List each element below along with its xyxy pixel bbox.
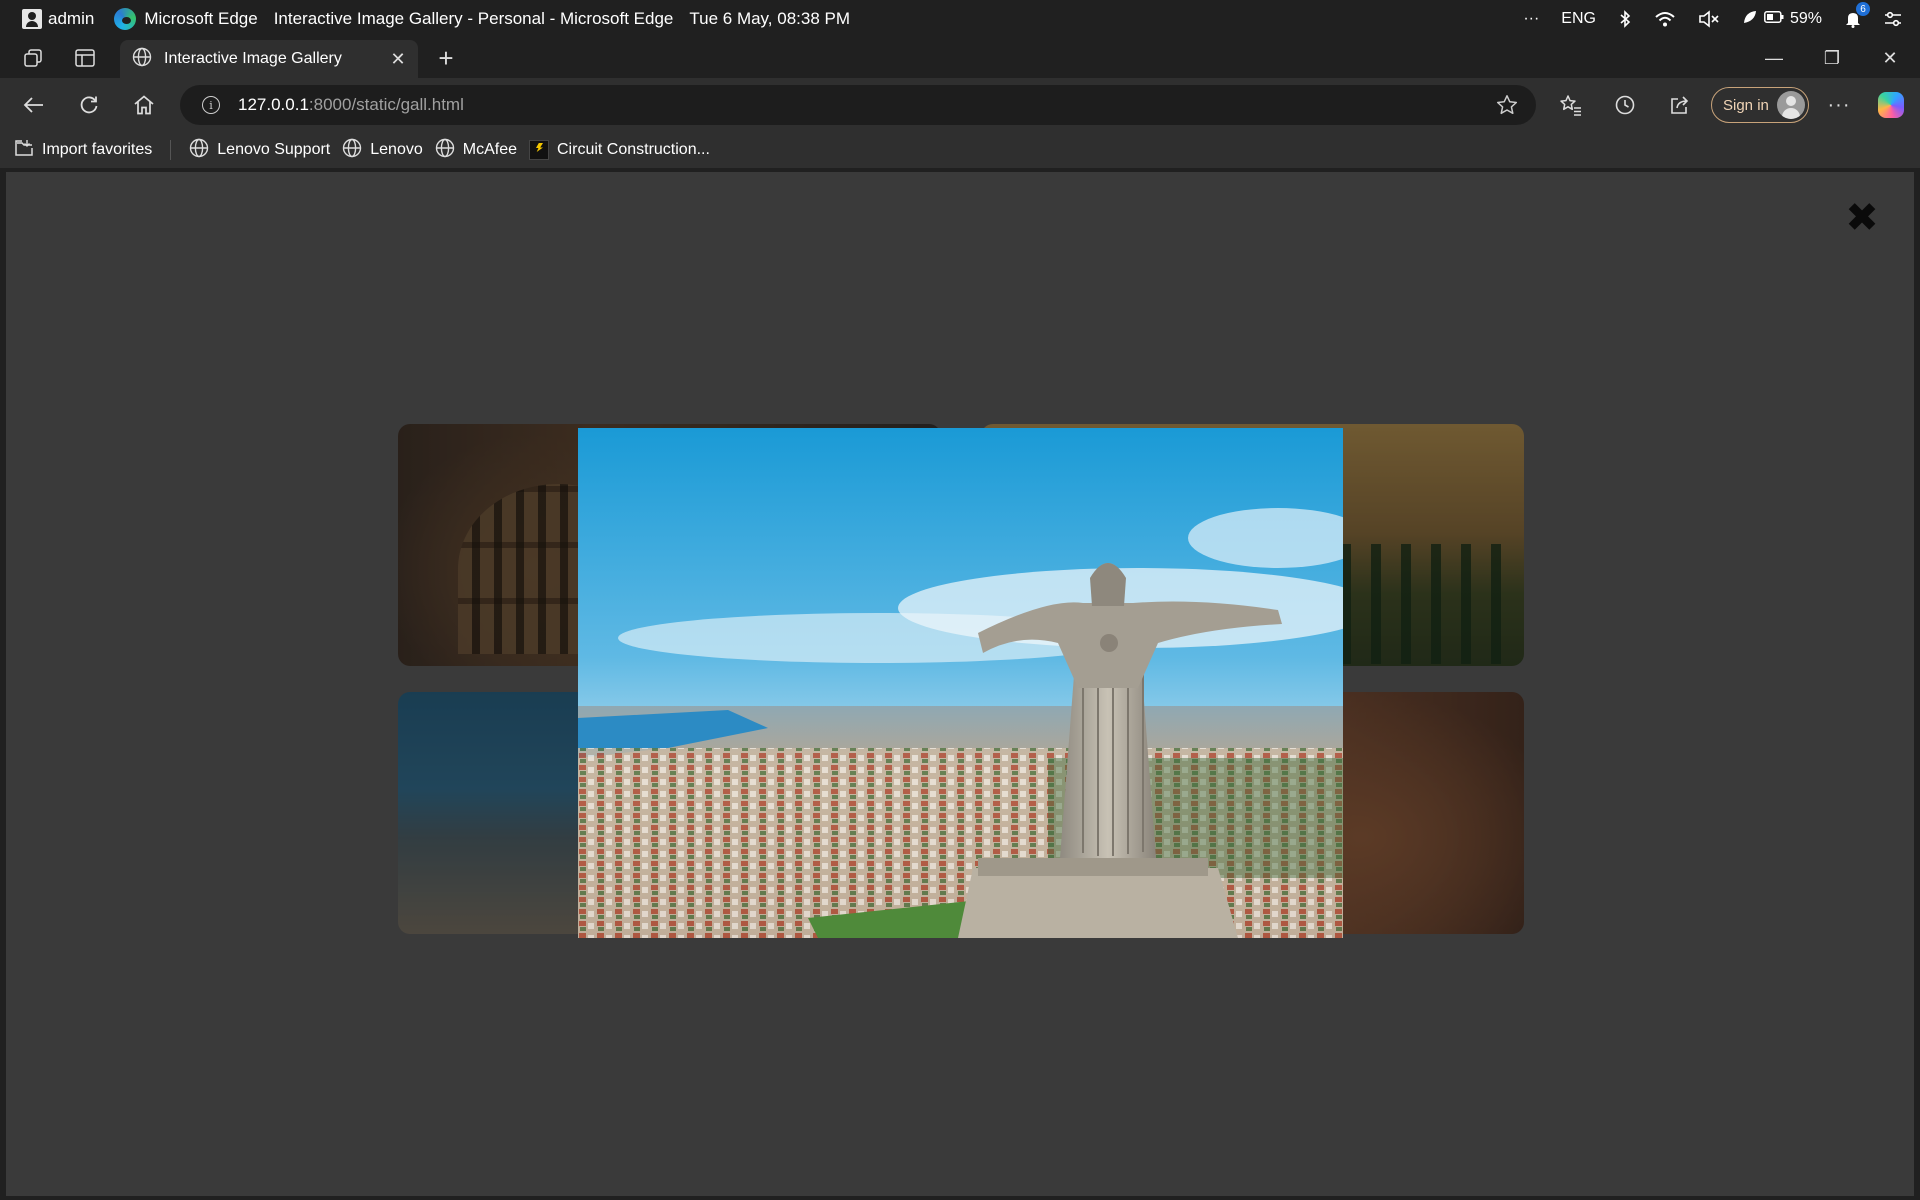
favorite-label: McAfee [462, 141, 517, 158]
star-icon[interactable] [1496, 94, 1518, 121]
os-overflow-menu[interactable]: ··· [1523, 10, 1539, 28]
battery-saver-icon [1742, 9, 1758, 30]
refresh-icon[interactable] [73, 89, 105, 121]
bluetooth-icon[interactable] [1618, 10, 1632, 28]
edge-logo-icon [114, 8, 137, 30]
minimize-button[interactable]: — [1746, 38, 1802, 78]
navigation-toolbar: i 127.0.0.1 :8000/static/gall.html Sign … [0, 78, 1920, 132]
favorite-label: Lenovo Support [217, 141, 331, 158]
window-bottom-edge [0, 1196, 1920, 1200]
import-favorites-link[interactable]: Import favorites [14, 139, 152, 162]
globe-icon [342, 138, 362, 163]
os-title-bar: admin Microsoft Edge Interactive Image G… [0, 0, 1920, 38]
import-favorites-icon [14, 139, 34, 162]
tab-title: Interactive Image Gallery [164, 50, 342, 67]
favorites-divider [170, 140, 172, 160]
os-username: admin [48, 9, 95, 28]
share-icon[interactable] [1664, 89, 1696, 121]
copilot-icon[interactable] [1878, 92, 1904, 118]
restore-button[interactable]: ❐ [1804, 38, 1860, 78]
sign-in-label: Sign in [1723, 96, 1769, 114]
more-icon[interactable]: ··· [1823, 89, 1855, 121]
lightbox-image [578, 428, 1343, 938]
favorite-label: Circuit Construction... [557, 141, 710, 158]
favorite-lenovo-support[interactable]: Lenovo Support [189, 138, 330, 163]
favorites-icon[interactable] [1555, 89, 1587, 121]
globe-icon [189, 138, 209, 163]
import-favorites-label: Import favorites [42, 141, 153, 158]
close-window-button[interactable]: ✕ [1862, 38, 1918, 78]
avatar [1777, 91, 1805, 119]
battery-percent: 59% [1789, 10, 1822, 27]
favorite-label: Lenovo [370, 141, 423, 158]
favorite-circuit-construction[interactable]: Circuit Construction... [529, 140, 710, 160]
globe-icon [435, 138, 455, 163]
history-icon[interactable] [1609, 89, 1641, 121]
os-window-title: Interactive Image Gallery - Personal - M… [273, 9, 674, 28]
language-indicator[interactable]: ENG [1561, 10, 1596, 28]
globe-icon [132, 47, 152, 72]
url-host: 127.0.0.1 [238, 95, 309, 114]
notification-badge: 6 [1856, 2, 1870, 16]
volume-muted-icon[interactable] [1698, 10, 1720, 28]
home-icon[interactable] [128, 89, 160, 121]
page-content: ✖ [6, 172, 1914, 1196]
os-datetime: Tue 6 May, 08:38 PM [689, 9, 851, 28]
vertical-tabs-icon[interactable] [72, 46, 98, 70]
address-bar[interactable]: i 127.0.0.1 :8000/static/gall.html [180, 85, 1536, 125]
favorites-bar: Import favorites Lenovo Support Lenovo M… [0, 132, 1920, 168]
battery-icon [1764, 10, 1784, 28]
sign-in-button[interactable]: Sign in [1711, 87, 1809, 123]
phet-icon [529, 140, 549, 160]
workspaces-icon[interactable] [20, 46, 46, 70]
battery-group[interactable]: 59% [1742, 9, 1822, 30]
back-icon[interactable] [18, 89, 50, 121]
christ-the-king-photo [578, 428, 1343, 938]
wifi-icon[interactable] [1654, 10, 1676, 28]
bell-icon[interactable]: 6 [1844, 2, 1870, 28]
info-icon[interactable]: i [202, 96, 220, 114]
os-app-name: Microsoft Edge [144, 9, 258, 28]
quick-settings-icon[interactable] [1884, 10, 1902, 28]
tab-interactive-image-gallery[interactable]: Interactive Image Gallery ✕ [120, 40, 418, 78]
tab-strip: Interactive Image Gallery ✕ + — ❐ ✕ [0, 38, 1920, 78]
favorite-lenovo[interactable]: Lenovo [342, 138, 423, 163]
favorite-mcafee[interactable]: McAfee [435, 138, 517, 163]
user-icon [22, 9, 42, 29]
new-tab-button[interactable]: + [432, 43, 460, 73]
url-path: :8000/static/gall.html [308, 95, 464, 114]
lightbox-close-button[interactable]: ✖ [1844, 198, 1880, 238]
close-tab-icon[interactable]: ✕ [388, 49, 408, 69]
